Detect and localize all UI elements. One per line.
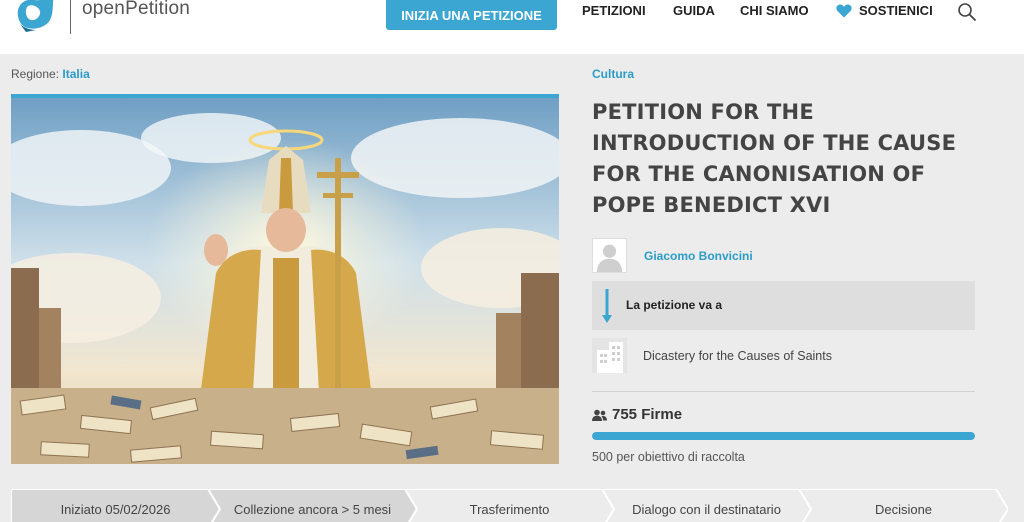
signature-progress-fill xyxy=(592,432,975,440)
step-4: Dialogo con il destinatario xyxy=(602,489,811,522)
nav-guida[interactable]: GUIDA xyxy=(673,3,715,18)
step-label: Dialogo con il destinatario xyxy=(632,501,781,517)
search-icon[interactable] xyxy=(957,2,977,22)
step-5: Decisione xyxy=(799,489,1008,522)
region-link[interactable]: Italia xyxy=(62,67,89,81)
start-petition-button[interactable]: INIZIA UNA PETIZIONE xyxy=(386,0,557,30)
nav-chi-siamo[interactable]: CHI SIAMO xyxy=(740,3,809,18)
goes-to-label: La petizione va a xyxy=(626,298,723,312)
logo-divider xyxy=(70,0,71,34)
author-name[interactable]: Giacomo Bonvicini xyxy=(644,249,753,263)
nav-petizioni[interactable]: PETIZIONI xyxy=(582,3,646,18)
signature-progress-bar xyxy=(592,432,975,440)
signature-count-label: 755 Firme xyxy=(612,406,683,423)
step-label: Decisione xyxy=(874,501,933,517)
nav-sostienici[interactable]: SOSTIENICI xyxy=(836,3,933,18)
nav-sostienici-label: SOSTIENICI xyxy=(859,3,933,18)
region-label: Regione: xyxy=(11,67,60,81)
people-icon xyxy=(592,409,607,421)
petition-stepper: Iniziato 05/02/2026 Collezione ancora > 5… xyxy=(11,489,1024,522)
petition-category[interactable]: Cultura xyxy=(592,67,634,81)
recipient-name: Dicastery for the Causes of Saints xyxy=(643,349,832,363)
step-3: Trasferimento xyxy=(405,489,614,522)
heart-icon xyxy=(836,4,852,18)
logo-text[interactable]: openPetition xyxy=(82,0,190,20)
step-1: Iniziato 05/02/2026 xyxy=(11,489,220,522)
divider xyxy=(592,391,975,392)
step-label: Trasferimento xyxy=(469,501,550,517)
petition-image xyxy=(11,98,559,464)
petition-title: PETITION FOR THE INTRODUCTION OF THE CAU… xyxy=(592,100,957,217)
author-avatar xyxy=(592,238,627,273)
step-label: Collezione ancora > 5 mesi xyxy=(233,501,392,517)
building-icon xyxy=(592,338,627,373)
region-line: Regione: Italia xyxy=(11,67,90,81)
openpetition-logo-icon[interactable] xyxy=(14,0,58,32)
site-header: openPetition INIZIA UNA PETIZIONE PETIZI… xyxy=(0,0,1024,54)
signature-goal: 500 per obiettivo di raccolta xyxy=(592,450,745,464)
signature-count: 755 Firme xyxy=(592,406,682,423)
petition-goes-to-box: La petizione va a xyxy=(592,281,975,330)
arrow-down-icon xyxy=(602,289,612,323)
step-2: Collezione ancora > 5 mesi xyxy=(208,489,417,522)
step-label: Iniziato 05/02/2026 xyxy=(60,501,171,517)
